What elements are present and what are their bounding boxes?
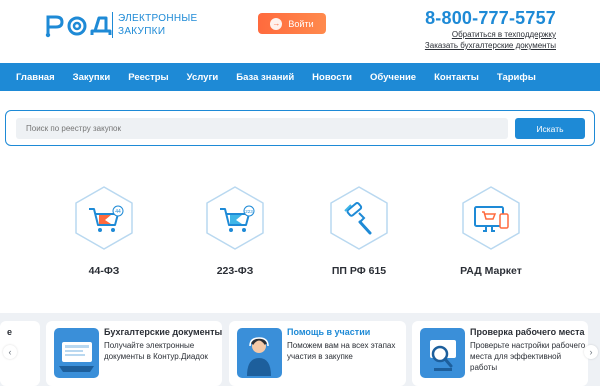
search-button[interactable]: Искать (515, 118, 585, 139)
header: ЭЛЕКТРОННЫЕ ЗАКУПКИ → Войти 8-800-777-57… (0, 0, 600, 63)
nav-item-contacts[interactable]: Контакты (434, 72, 479, 83)
login-button[interactable]: → Войти (258, 13, 326, 34)
nav-item-knowledge-base[interactable]: База знаний (236, 72, 294, 83)
cart-223-icon: 223 (206, 186, 264, 250)
paint-roller-icon (330, 186, 388, 250)
category-pp615[interactable]: ПП РФ 615 (324, 185, 394, 277)
card-workplace-check-title: Проверка рабочего места (470, 327, 585, 337)
order-docs-link[interactable]: Заказать бухгалтерские документы (425, 41, 556, 50)
services-carousel: е Бухгалтерские документы Получайте элек… (0, 313, 600, 386)
card-participation-help-desc: Поможем вам на всех этапах участия в зак… (287, 341, 396, 361)
card-accounting-docs[interactable]: Бухгалтерские документы Получайте электр… (46, 321, 222, 386)
category-rad-market-label: РАД Маркет (460, 265, 522, 277)
monitor-cart-icon (462, 186, 520, 250)
category-rad-market[interactable]: РАД Маркет (456, 185, 526, 277)
category-223fz-label: 223-ФЗ (216, 265, 254, 277)
nav-item-services[interactable]: Услуги (187, 72, 219, 83)
logo-divider (112, 12, 113, 38)
login-arrow-icon: → (270, 17, 283, 30)
phone-number[interactable]: 8-800-777-5757 (425, 8, 556, 29)
category-44fz[interactable]: 44 44-ФЗ (69, 185, 139, 277)
category-44fz-label: 44-ФЗ (88, 265, 120, 277)
main-nav: Главная Закупки Реестры Услуги База знан… (0, 63, 600, 91)
logo-text: ЭЛЕКТРОННЫЕ ЗАКУПКИ (118, 12, 198, 38)
svg-text:223: 223 (245, 209, 253, 214)
nav-item-training[interactable]: Обучение (370, 72, 416, 83)
card-accounting-docs-desc: Получайте электронные документы в Контур… (104, 341, 208, 361)
card-workplace-check-desc: Проверьте настройки рабочего места для э… (470, 341, 586, 372)
card-partial-title: е (6, 327, 12, 337)
login-label: Войти (288, 18, 314, 29)
category-223fz[interactable]: 223 223-ФЗ (200, 185, 270, 277)
card-participation-help-title[interactable]: Помощь в участии (287, 327, 370, 337)
card-accounting-docs-title: Бухгалтерские документы (104, 327, 223, 337)
card-participation-help[interactable]: Помощь в участии Поможем вам на всех эта… (229, 321, 406, 386)
nav-item-home[interactable]: Главная (16, 72, 55, 83)
nav-item-tariffs[interactable]: Тарифы (497, 72, 536, 83)
support-link[interactable]: Обратиться в техподдержку (452, 30, 556, 39)
nav-item-news[interactable]: Новости (312, 72, 352, 83)
carousel-prev-arrow-icon[interactable]: ‹ (3, 345, 17, 359)
carousel-next-arrow-icon[interactable]: › (584, 345, 598, 359)
search-input[interactable] (16, 118, 508, 139)
svg-text:44: 44 (115, 209, 121, 215)
card-workplace-check[interactable]: Проверка рабочего места Проверьте настро… (412, 321, 588, 386)
nav-item-purchases[interactable]: Закупки (73, 72, 111, 83)
category-pp615-label: ПП РФ 615 (331, 265, 387, 277)
workplace-check-image (420, 328, 465, 378)
support-agent-image (237, 328, 282, 378)
logo-text-line1: ЭЛЕКТРОННЫЕ (118, 13, 198, 24)
logo-text-line2: ЗАКУПКИ (118, 26, 166, 37)
nav-item-registries[interactable]: Реестры (128, 72, 168, 83)
accounting-docs-image (54, 328, 99, 378)
cart-44-icon: 44 (75, 186, 133, 250)
search-box: Искать (5, 110, 595, 146)
